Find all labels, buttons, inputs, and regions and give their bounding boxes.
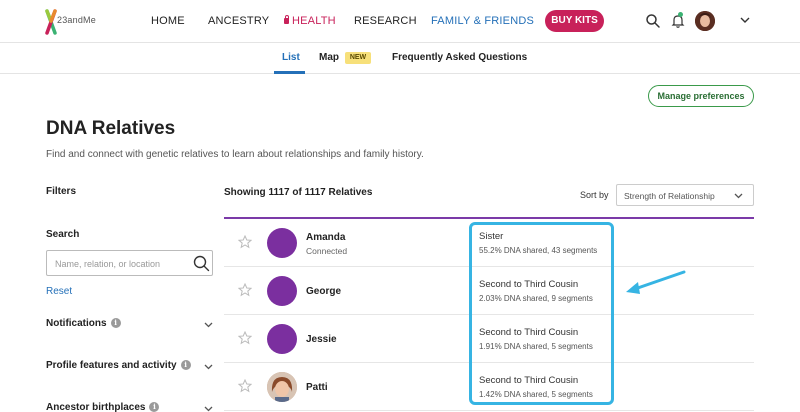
user-avatar[interactable] xyxy=(695,11,715,31)
buy-kits-button[interactable]: BUY KITS xyxy=(545,10,604,32)
notification-dot xyxy=(678,12,683,17)
avatar-photo xyxy=(267,372,297,402)
star-icon[interactable] xyxy=(238,331,252,345)
brand-name: 23andMe xyxy=(57,15,96,25)
tab-map[interactable]: Map xyxy=(319,52,339,63)
nav-home[interactable]: HOME xyxy=(151,15,185,27)
filter-ancestor-birthplaces[interactable]: Ancestor birthplaces i xyxy=(46,402,213,412)
info-icon[interactable]: i xyxy=(180,360,191,370)
star-icon[interactable] xyxy=(238,379,252,393)
annotation-arrow-icon xyxy=(626,270,686,294)
nav-ancestry[interactable]: ANCESTRY xyxy=(208,15,269,27)
manage-preferences-button[interactable]: Manage preferences xyxy=(648,85,754,107)
relative-name[interactable]: George xyxy=(306,286,341,297)
active-tab-indicator xyxy=(274,71,305,74)
search-label: Search xyxy=(46,229,80,240)
chevron-down-icon xyxy=(204,364,213,370)
filters-title: Filters xyxy=(46,186,77,197)
avatar[interactable] xyxy=(267,372,297,402)
lock-icon xyxy=(284,15,289,24)
relative-name[interactable]: Amanda xyxy=(306,232,345,243)
user-avatar-image xyxy=(695,11,715,31)
results-count: Showing 1117 of 1117 Relatives xyxy=(224,187,373,198)
page-subtitle: Find and connect with genetic relatives … xyxy=(46,149,424,160)
top-navigation: 23andMe HOME ANCESTRY HEALTH RESEARCH FA… xyxy=(0,0,800,43)
nav-family-friends[interactable]: FAMILY & FRIENDS xyxy=(431,15,534,27)
chevron-down-icon[interactable] xyxy=(739,14,751,26)
info-icon[interactable]: i xyxy=(110,318,121,328)
filter-ancestor-birthplaces-label: Ancestor birthplaces xyxy=(46,402,146,412)
star-icon[interactable] xyxy=(238,283,252,297)
info-icon[interactable]: i xyxy=(149,402,160,412)
search-icon[interactable] xyxy=(193,255,210,272)
relative-name[interactable]: Jessie xyxy=(306,334,337,345)
chevron-down-icon xyxy=(204,322,213,328)
relative-name[interactable]: Patti xyxy=(306,382,328,393)
tab-faq[interactable]: Frequently Asked Questions xyxy=(392,52,527,63)
nav-health[interactable]: HEALTH xyxy=(284,15,336,27)
filter-notifications-label: Notifications xyxy=(46,318,107,329)
sort-by-label: Sort by xyxy=(580,190,609,200)
new-badge: NEW xyxy=(345,52,371,64)
tab-list[interactable]: List xyxy=(282,52,300,63)
star-icon[interactable] xyxy=(238,235,252,249)
relationship-highlight-box xyxy=(469,222,614,405)
avatar[interactable] xyxy=(267,324,297,354)
sort-select[interactable]: Strength of Relationship xyxy=(616,184,754,206)
page-title: DNA Relatives xyxy=(46,118,176,139)
filter-profile-features[interactable]: Profile features and activity i xyxy=(46,360,213,374)
sort-select-value: Strength of Relationship xyxy=(624,191,715,201)
search-field[interactable] xyxy=(46,250,213,276)
connection-status: Connected xyxy=(306,246,348,256)
filter-notifications[interactable]: Notifications i xyxy=(46,318,213,332)
avatar[interactable] xyxy=(267,228,297,258)
chevron-down-icon xyxy=(734,193,743,199)
reset-link[interactable]: Reset xyxy=(46,286,72,297)
filter-profile-features-label: Profile features and activity xyxy=(46,360,177,371)
avatar[interactable] xyxy=(267,276,297,306)
nav-research[interactable]: RESEARCH xyxy=(354,15,417,27)
chevron-down-icon xyxy=(204,406,213,412)
search-icon[interactable] xyxy=(645,13,661,29)
nav-health-label: HEALTH xyxy=(292,15,336,27)
search-input[interactable] xyxy=(55,256,185,271)
sub-tabs: List Map Frequently Asked Questions xyxy=(0,43,800,74)
